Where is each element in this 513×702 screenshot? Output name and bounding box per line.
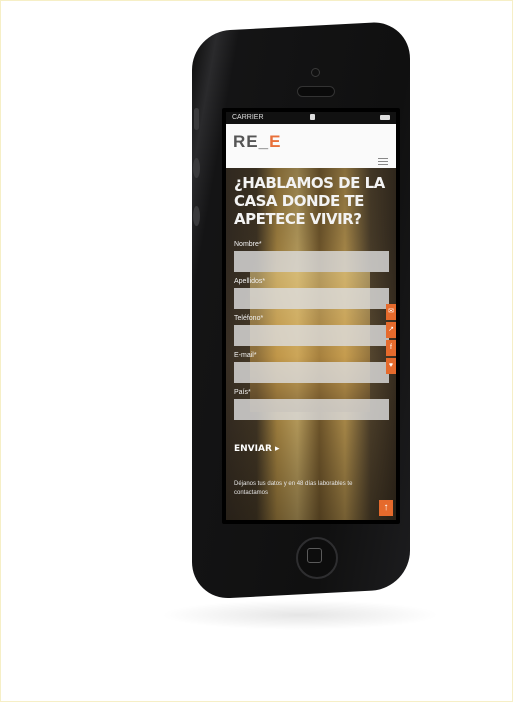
site-header: RE_E: [226, 124, 396, 168]
volume-up-button: [193, 158, 200, 178]
email-field[interactable]: [234, 362, 389, 383]
submit-button[interactable]: ENVIAR ▸: [234, 444, 280, 454]
country-field[interactable]: [234, 399, 389, 420]
name-field[interactable]: [234, 251, 389, 272]
contact-form: Nombre* Apellidos* Teléfono* E-mail* Paí…: [234, 238, 389, 423]
side-tab-bar: ✉ ↗ f ♥: [386, 304, 396, 376]
phone-shadow: [160, 600, 440, 630]
logo-left: RE_: [233, 132, 270, 151]
favorite-icon[interactable]: ♥: [386, 358, 396, 374]
surname-label: Apellidos*: [234, 278, 266, 285]
site-logo[interactable]: RE_E: [233, 132, 281, 152]
hamburger-menu-icon[interactable]: [378, 158, 388, 167]
mute-switch: [194, 108, 199, 130]
surname-field[interactable]: [234, 288, 389, 309]
mail-icon[interactable]: ✉: [386, 304, 396, 320]
contact-note: Déjanos tus datos y en 48 días laborable…: [234, 481, 353, 496]
facebook-icon[interactable]: f: [386, 340, 396, 356]
phone-field[interactable]: [234, 325, 389, 346]
scroll-top-icon[interactable]: ↑: [379, 500, 393, 516]
earpiece-speaker: [297, 86, 335, 97]
share-icon[interactable]: ↗: [386, 322, 396, 338]
front-camera: [311, 68, 320, 77]
carrier-label: CARRIER: [232, 114, 264, 121]
phone-label: Teléfono*: [234, 315, 264, 322]
name-label: Nombre*: [234, 241, 262, 248]
phone-screen: CARRIER RE_E ¿HABLAMOS DE LA CASA DONDE …: [226, 112, 396, 520]
email-label: E-mail*: [234, 352, 257, 359]
lock-icon: [310, 114, 315, 120]
battery-icon: [380, 115, 390, 120]
country-label: País*: [234, 389, 251, 396]
volume-down-button: [193, 206, 200, 226]
home-square-icon: [307, 548, 322, 563]
logo-right: E: [269, 132, 282, 151]
page-headline: ¿HABLAMOS DE LA CASA DONDE TE APETECE VI…: [234, 174, 385, 228]
status-bar: CARRIER: [226, 112, 396, 124]
